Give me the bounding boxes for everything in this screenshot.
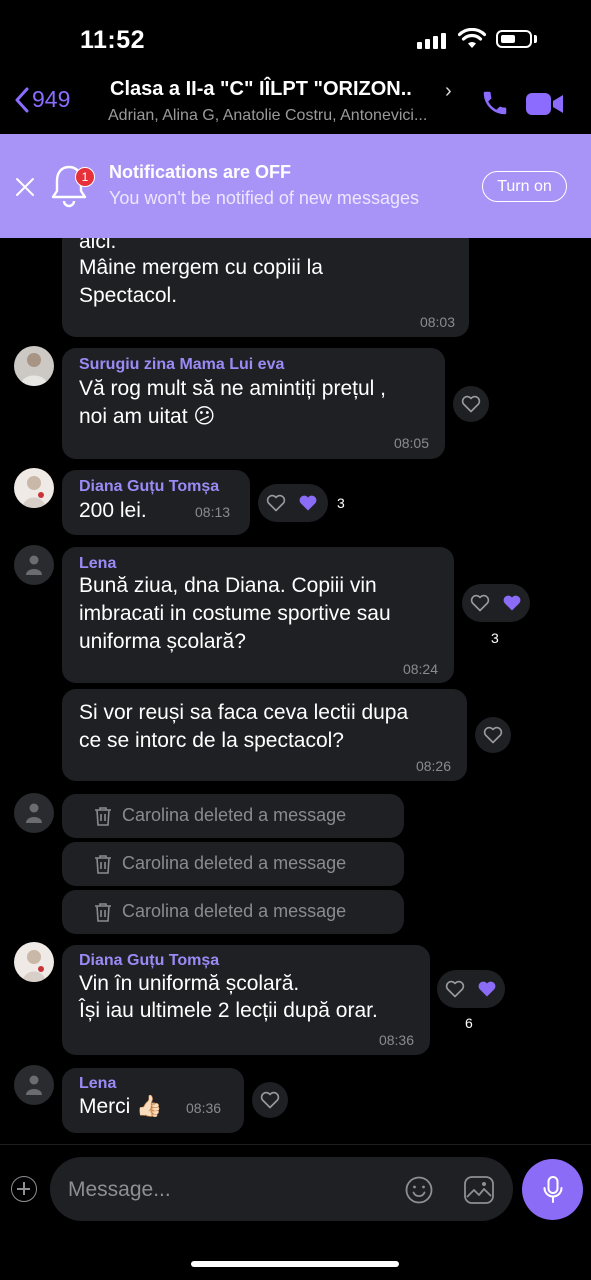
reaction-count: 3 xyxy=(491,630,499,646)
deleted-message: Carolina deleted a message xyxy=(62,842,404,886)
avatar[interactable] xyxy=(14,942,54,982)
plus-icon[interactable] xyxy=(11,1176,37,1202)
user-icon xyxy=(26,803,42,823)
heart-filled-icon xyxy=(478,981,496,997)
message-text: Își iau ultimele 2 lecții după orar. xyxy=(79,999,378,1022)
trash-icon xyxy=(95,854,111,874)
message-text: Si vor reuși sa faca ceva lectii dupa xyxy=(79,701,409,724)
heart-icon xyxy=(445,980,465,998)
heart-icon xyxy=(470,594,490,612)
avatar-photo xyxy=(22,476,46,508)
message-time: 08:13 xyxy=(195,504,231,520)
wifi-icon xyxy=(458,28,486,48)
message-time: 08:03 xyxy=(419,314,455,330)
deleted-text: Carolina deleted a message xyxy=(122,901,347,921)
unread-count: 949 xyxy=(32,86,71,112)
message-text: noi am uitat 😕 xyxy=(79,405,216,428)
sender-name[interactable]: Lena xyxy=(79,555,116,573)
avatar[interactable] xyxy=(14,793,54,833)
message-text: imbracati in costume sportive sau xyxy=(79,602,391,625)
heart-icon xyxy=(461,395,481,413)
cellular-signal-icon xyxy=(417,33,446,49)
message-bubble[interactable]: Surugiu zina Mama Lui eva Vă rog mult să… xyxy=(62,348,445,459)
avatar-photo xyxy=(20,353,48,386)
avatar[interactable] xyxy=(14,468,54,508)
message-bubble[interactable]: Si vor reuși sa faca ceva lectii dupa ce… xyxy=(62,689,467,781)
deleted-row: Carolina deleted a message xyxy=(94,805,346,826)
message-text: Merci 👍🏻 xyxy=(79,1095,163,1118)
sender-name[interactable]: Lena xyxy=(79,1075,116,1093)
chevron-left-icon xyxy=(15,87,29,112)
deleted-message: Carolina deleted a message xyxy=(62,794,404,838)
battery-tip xyxy=(534,35,537,43)
message-text: Spectacol. xyxy=(79,284,178,307)
heart-filled-icon xyxy=(503,595,521,611)
chat-members[interactable]: Adrian, Alina G, Anatolie Costru, Antone… xyxy=(108,107,427,125)
avatar[interactable] xyxy=(14,1065,54,1105)
home-indicator xyxy=(191,1261,399,1267)
message-text: Vin în uniformă școlară. xyxy=(79,972,300,995)
reactions[interactable] xyxy=(462,584,530,622)
reactions[interactable] xyxy=(437,970,505,1008)
deleted-text: Carolina deleted a message xyxy=(122,853,347,873)
message-time: 08:05 xyxy=(393,435,429,451)
message-bubble[interactable]: Lena Bună ziua, dna Diana. Copiii vin im… xyxy=(62,547,454,683)
heart-icon xyxy=(266,494,286,512)
heart-filled-icon xyxy=(299,495,317,511)
sticker-icon[interactable] xyxy=(463,1175,495,1205)
close-icon[interactable] xyxy=(14,176,36,198)
microphone-icon xyxy=(543,1175,562,1203)
message-bubble[interactable]: Lena Merci 👍🏻 08:36 xyxy=(62,1068,244,1133)
heart-icon xyxy=(260,1091,280,1109)
microphone-button[interactable] xyxy=(522,1159,583,1220)
phone-icon[interactable] xyxy=(480,88,510,118)
message-time: 08:36 xyxy=(378,1032,414,1048)
deleted-text: Carolina deleted a message xyxy=(122,805,347,825)
chat-title[interactable]: Clasa a II-a "C" IÎLPT "ORIZON.. xyxy=(110,78,412,101)
chevron-right-icon[interactable]: › xyxy=(445,80,452,103)
battery-icon xyxy=(496,30,532,48)
status-time: 11:52 xyxy=(80,26,146,54)
message-bubble[interactable]: Diana Guțu Tomșa Vin în uniformă școlară… xyxy=(62,945,430,1055)
message-text: Bună ziua, dna Diana. Copiii vin xyxy=(79,574,377,597)
trash-icon xyxy=(95,902,111,922)
turn-on-button[interactable]: Turn on xyxy=(482,171,567,202)
avatar[interactable] xyxy=(14,545,54,585)
sender-name[interactable]: Surugiu zina Mama Lui eva xyxy=(79,356,284,374)
like-button[interactable] xyxy=(475,717,511,753)
back-button[interactable]: 949 xyxy=(14,86,70,113)
message-bubble[interactable]: Diana Guțu Tomșa 200 lei. 08:13 xyxy=(62,470,250,535)
message-time: 08:26 xyxy=(415,758,451,774)
like-button[interactable] xyxy=(453,386,489,422)
sender-name[interactable]: Diana Guțu Tomșa xyxy=(79,952,219,970)
reactions[interactable] xyxy=(258,484,328,522)
user-icon xyxy=(26,555,42,575)
message-text: 200 lei. xyxy=(79,499,147,522)
like-button[interactable] xyxy=(252,1082,288,1118)
avatar-photo xyxy=(22,950,46,982)
avatar[interactable] xyxy=(14,346,54,386)
banner-subtitle: You won't be notified of new messages xyxy=(109,188,419,208)
message-text: ce se intorc de la spectacol? xyxy=(79,729,344,752)
trash-icon xyxy=(95,806,111,826)
banner-title: Notifications are OFF xyxy=(109,162,292,182)
heart-icon xyxy=(483,726,503,744)
deleted-row: Carolina deleted a message xyxy=(94,853,346,874)
deleted-message: Carolina deleted a message xyxy=(62,890,404,934)
sender-name[interactable]: Diana Guțu Tomșa xyxy=(79,478,219,496)
message-time: 08:24 xyxy=(402,661,438,677)
message-text: Mâine mergem cu copiii la xyxy=(79,256,323,279)
reaction-count: 3 xyxy=(337,495,345,511)
deleted-row: Carolina deleted a message xyxy=(94,901,346,922)
emoji-icon[interactable] xyxy=(404,1175,434,1205)
reaction-count: 6 xyxy=(465,1015,473,1031)
video-camera-icon[interactable] xyxy=(525,90,565,118)
message-time: 08:36 xyxy=(186,1100,222,1116)
user-icon xyxy=(26,1075,42,1095)
composer-divider xyxy=(0,1144,591,1145)
message-text: Vă rog mult să ne amintiți prețul , xyxy=(79,377,386,400)
notification-badge: 1 xyxy=(75,167,95,187)
message-text: uniforma școlară? xyxy=(79,630,246,653)
message-input-placeholder[interactable]: Message... xyxy=(68,1178,171,1202)
